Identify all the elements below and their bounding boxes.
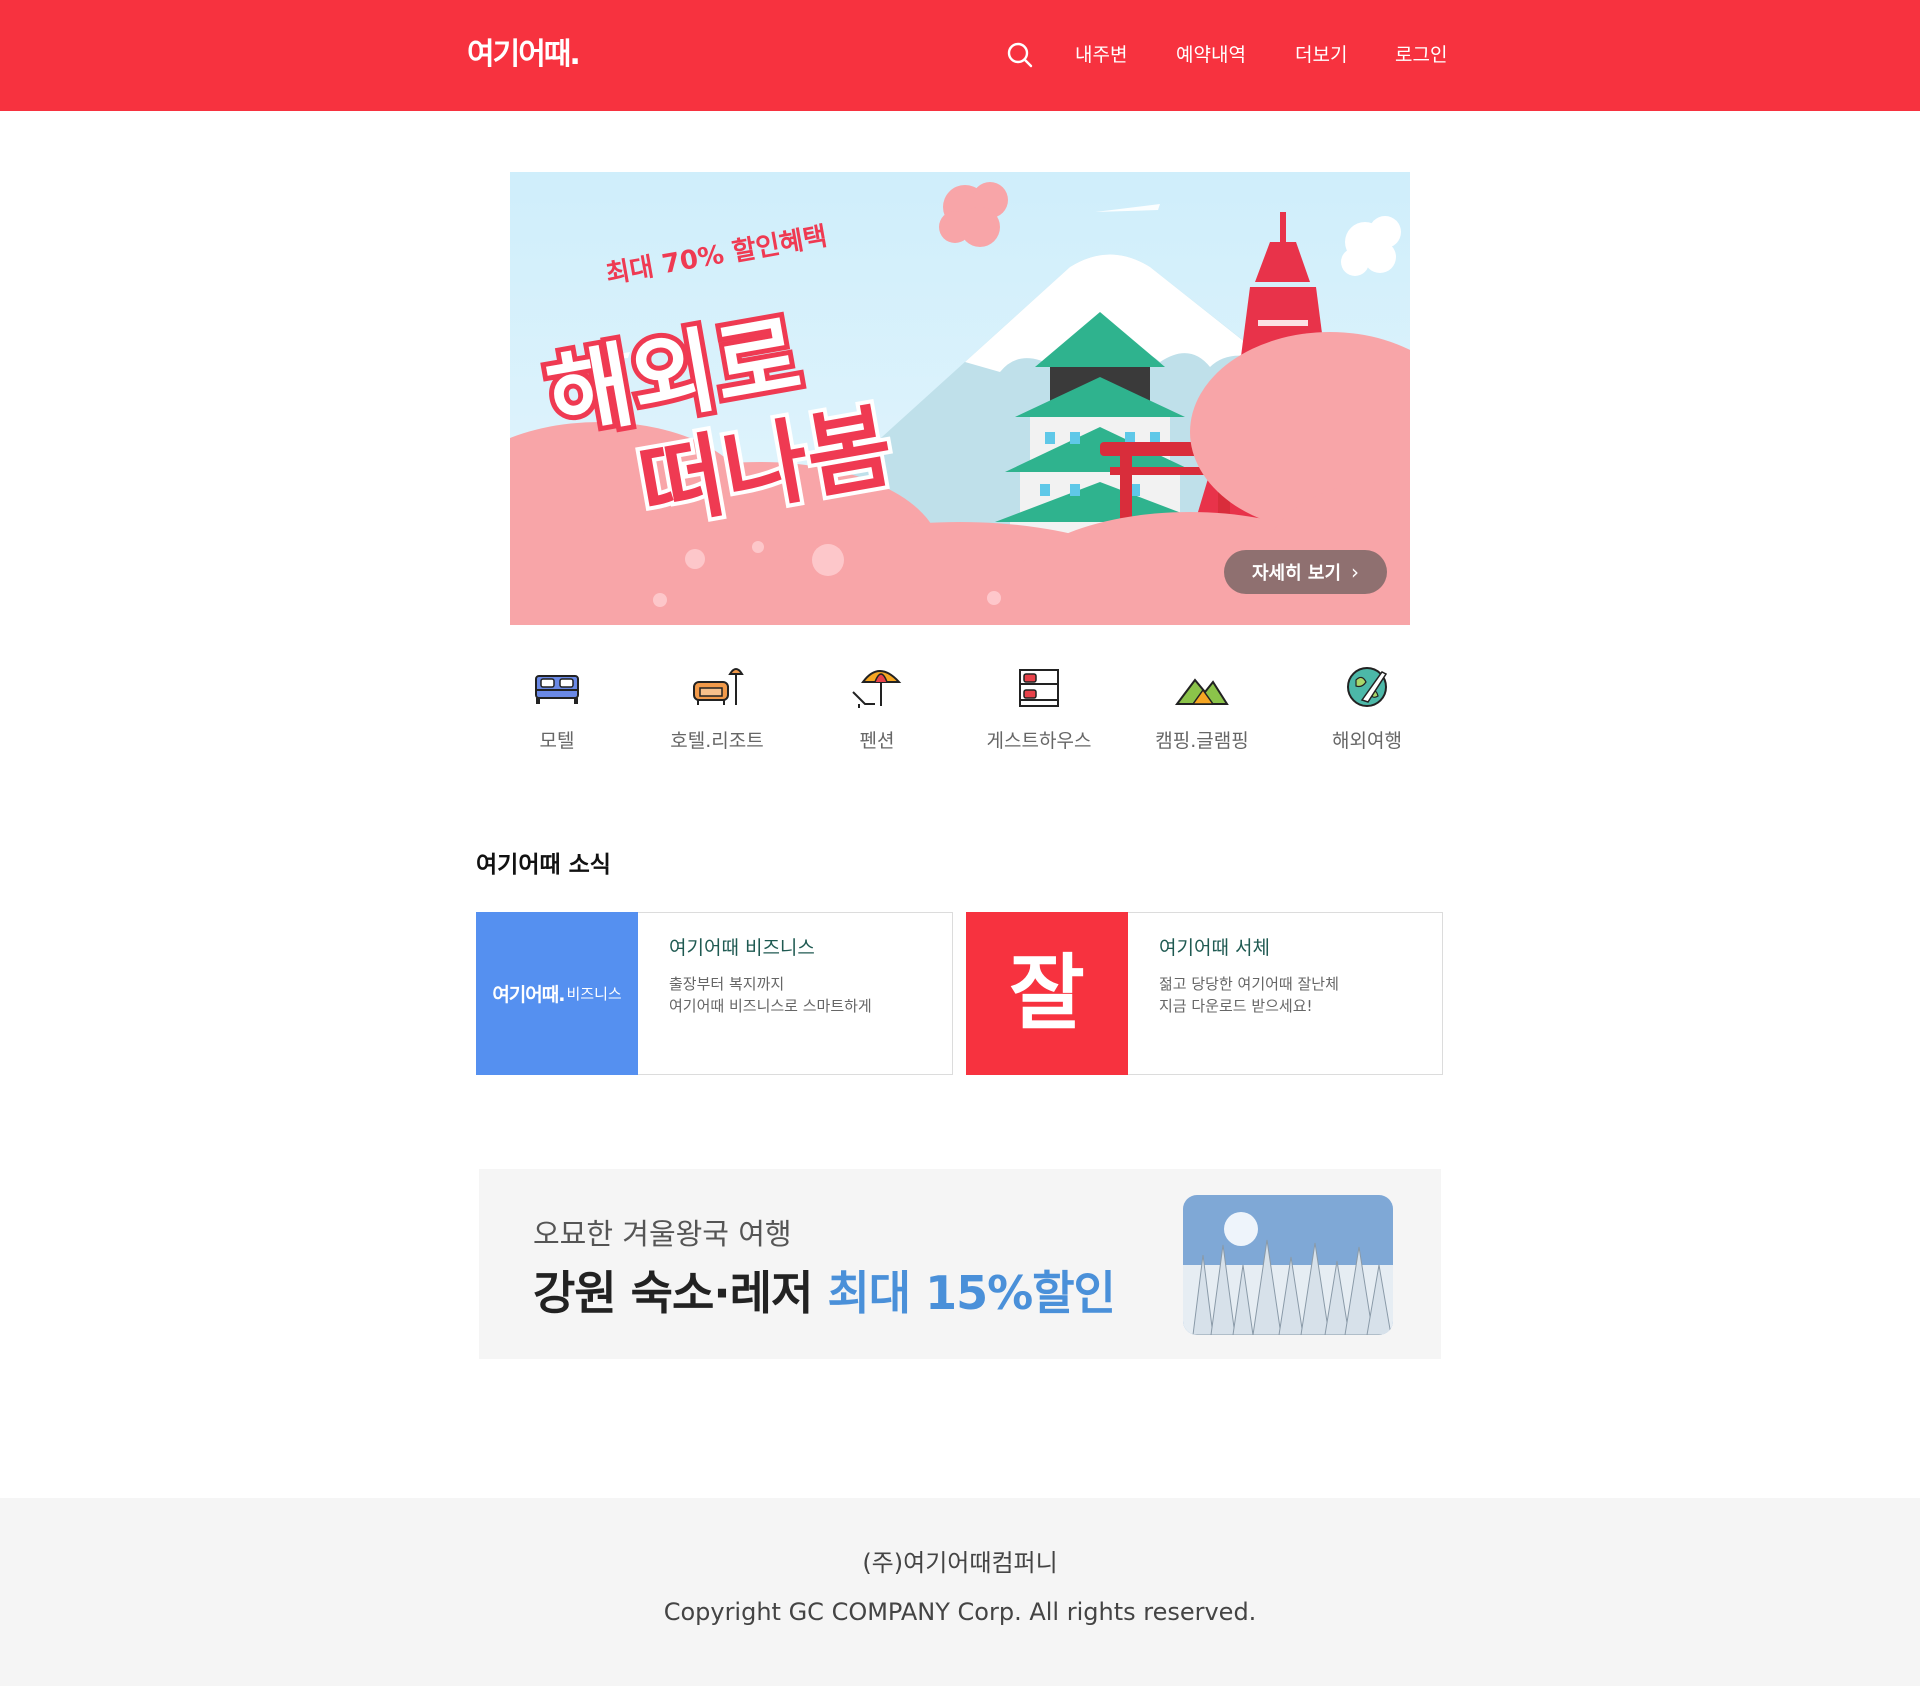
news-card-title: 여기어때 비즈니스	[669, 937, 815, 959]
nav-nearby[interactable]: 내주변	[1075, 42, 1127, 68]
logo[interactable]: 여기어때.	[467, 38, 581, 72]
footer-copyright: Copyright GC COMPANY Corp. All rights re…	[663, 1598, 1257, 1626]
news-card-business[interactable]: 여기어때. 비즈니스 여기어때 비즈니스 출장부터 복지까지 여기어때 비즈니스…	[476, 912, 953, 1075]
sofa-lamp-icon	[693, 668, 744, 705]
category-pension[interactable]: 펜션	[812, 662, 942, 762]
winter-forest-image	[1183, 1195, 1393, 1335]
business-thumb-suffix: 비즈니스	[566, 985, 622, 1003]
category-overseas[interactable]: 해외여행	[1302, 662, 1432, 762]
tent-mountain-icon	[1175, 678, 1229, 705]
category-label: 캠핑.글램핑	[1155, 730, 1249, 752]
category-label: 모텔	[539, 730, 575, 752]
promo-highlight: 최대 15%할인	[827, 1266, 1115, 1320]
promo-main-text: 강원 숙소·레저	[533, 1266, 828, 1320]
news-card-desc-line: 여기어때 비즈니스로 스마트하게	[669, 997, 872, 1015]
font-thumbnail: 잘	[966, 912, 1128, 1075]
news-card-desc: 출장부터 복지까지 여기어때 비즈니스로 스마트하게	[669, 973, 872, 1017]
promo-subtitle: 오묘한 겨울왕국 여행	[533, 1217, 792, 1251]
category-label: 해외여행	[1332, 730, 1402, 752]
footer-company: (주)여기어때컴퍼니	[862, 1549, 1058, 1577]
font-thumb-glyph: 잘	[1009, 945, 1085, 1041]
hero-detail-button[interactable]: 자세히 보기 ›	[1224, 550, 1387, 594]
news-card-desc-line: 출장부터 복지까지	[669, 975, 785, 993]
beach-umbrella-icon	[852, 670, 902, 708]
category-menu: 모텔 호텔.리조트 펜션 게스트하우스 캠핑.글램핑 해외여행	[490, 662, 1430, 762]
business-thumb-logo: 여기어때.	[492, 984, 565, 1006]
footer: (주)여기어때컴퍼니 Copyright GC COMPANY Corp. Al…	[0, 1498, 1920, 1686]
news-section-title: 여기어때 소식	[476, 852, 611, 878]
news-card-font[interactable]: 잘 여기어때 서체 젊고 당당한 여기어때 잘난체 지금 다운로드 받으세요!	[966, 912, 1443, 1075]
news-card-desc-line: 젊고 당당한 여기어때 잘난체	[1159, 975, 1339, 993]
category-hotel-resort[interactable]: 호텔.리조트	[652, 662, 782, 762]
globe-plane-icon	[1347, 667, 1388, 707]
category-motel[interactable]: 모텔	[492, 662, 622, 762]
bunk-bed-icon	[1019, 669, 1059, 707]
category-label: 펜션	[859, 730, 895, 752]
top-header: 여기어때. 내주변 예약내역 더보기 로그인	[0, 0, 1920, 111]
category-camping-glamping[interactable]: 캠핑.글램핑	[1137, 662, 1267, 762]
news-card-title: 여기어때 서체	[1159, 937, 1270, 959]
business-thumbnail: 여기어때. 비즈니스	[476, 912, 638, 1075]
category-guesthouse[interactable]: 게스트하우스	[974, 662, 1104, 762]
news-card-desc: 젊고 당당한 여기어때 잘난체 지금 다운로드 받으세요!	[1159, 973, 1339, 1017]
chevron-right-icon: ›	[1351, 560, 1360, 584]
hero-detail-label: 자세히 보기	[1251, 563, 1342, 584]
search-icon[interactable]	[1005, 40, 1035, 70]
hero-banner[interactable]: 최대 70% 할인혜택 해외로 떠나봄 자세히 보기 ›	[510, 172, 1410, 625]
category-label: 호텔.리조트	[670, 730, 764, 752]
bed-icon	[535, 675, 579, 704]
promo-banner[interactable]: 오묘한 겨울왕국 여행 강원 숙소·레저 최대 15%할인	[479, 1169, 1441, 1359]
category-label: 게스트하우스	[986, 730, 1092, 752]
promo-headline: 강원 숙소·레저 최대 15%할인	[533, 1257, 1116, 1323]
news-card-desc-line: 지금 다운로드 받으세요!	[1159, 997, 1313, 1015]
nav-reservations[interactable]: 예약내역	[1176, 42, 1246, 68]
nav-login[interactable]: 로그인	[1395, 42, 1447, 68]
nav-more[interactable]: 더보기	[1295, 42, 1347, 68]
